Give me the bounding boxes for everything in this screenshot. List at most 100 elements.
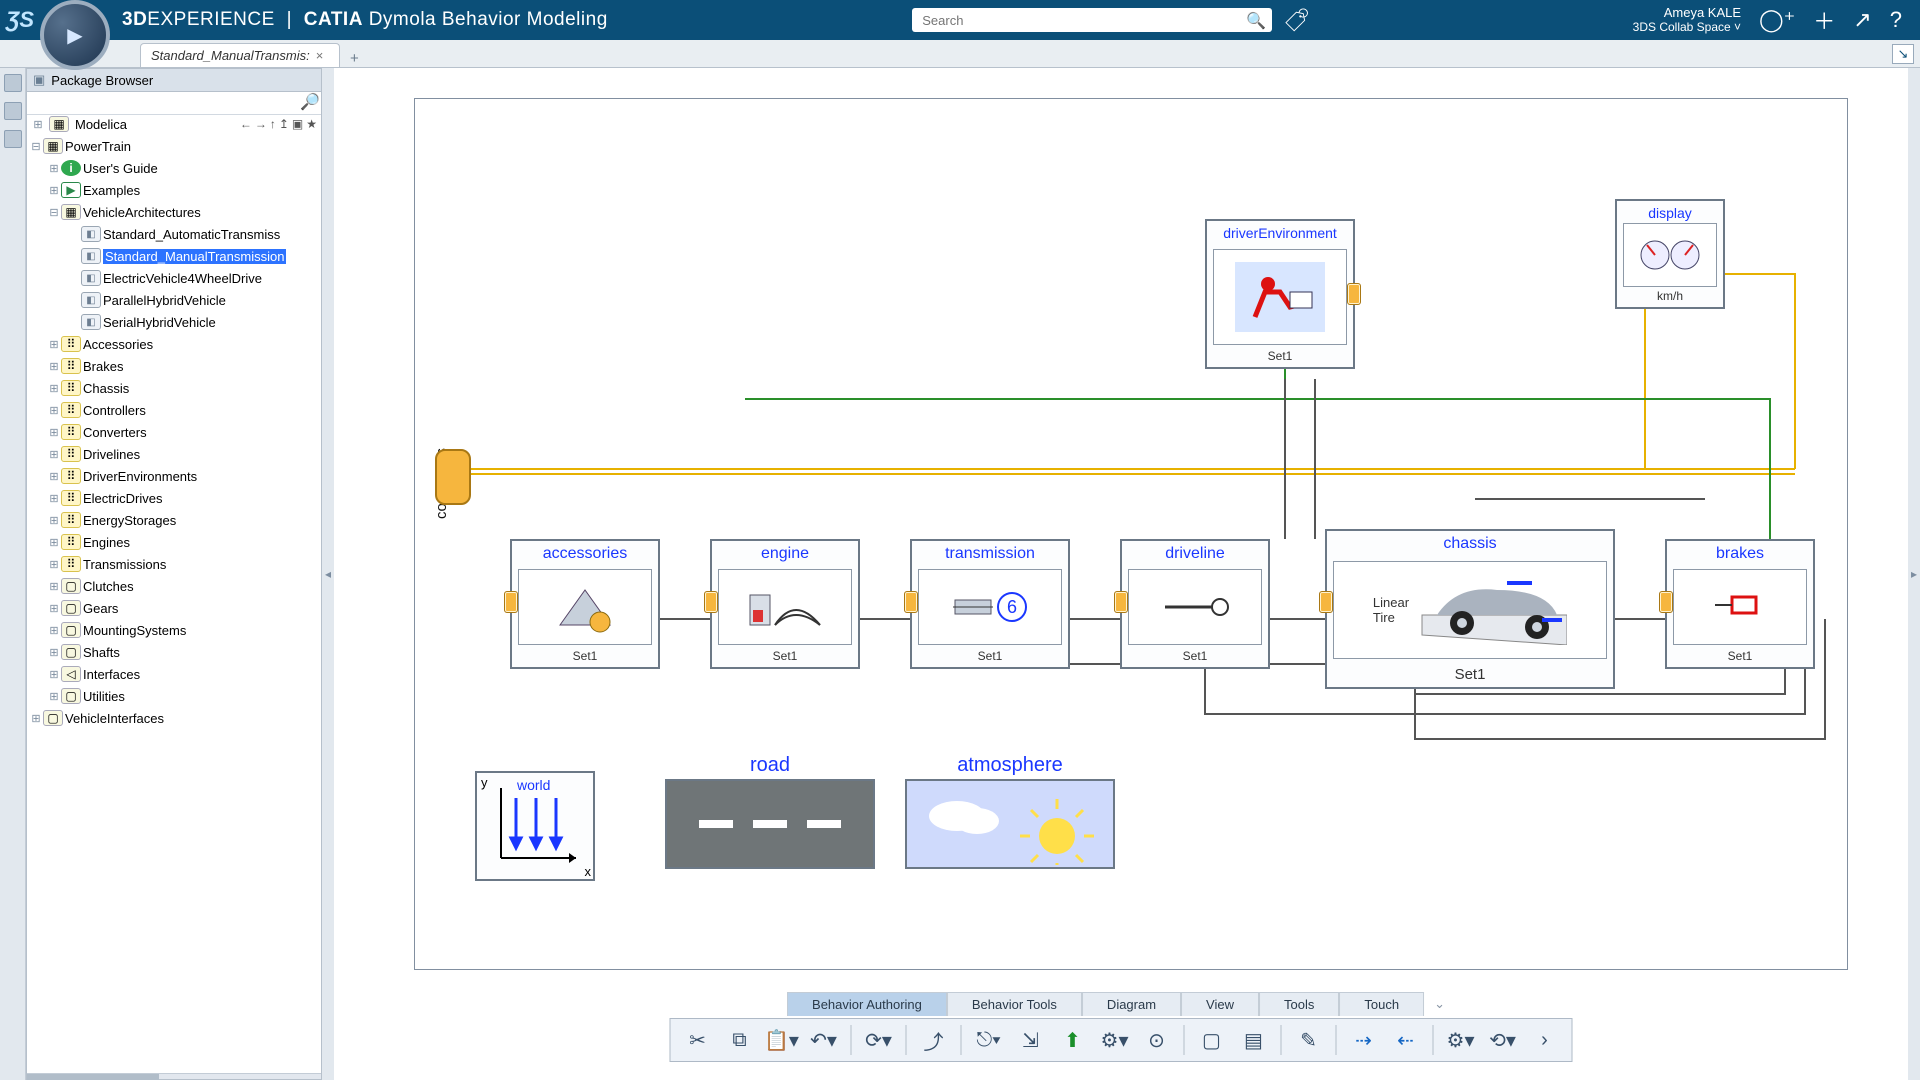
block-engine[interactable]: engine Set1 [710,539,860,669]
sim-setup-button[interactable]: ⚙▾ [1096,1023,1134,1057]
node-mounting-systems[interactable]: MountingSystems [83,623,186,638]
paste-button[interactable]: 📋▾ [763,1023,801,1057]
node-electric-drives[interactable]: ElectricDrives [83,491,162,506]
node-parallel-hybrid[interactable]: ParallelHybridVehicle [103,293,226,308]
package-search-icon[interactable]: 🔎 [299,92,321,114]
node-gears[interactable]: Gears [83,601,118,616]
tree-nav-arrows[interactable]: ← → ↑ ↥ ▣ ★ [240,117,317,131]
node-users-guide[interactable]: User's Guide [83,161,158,176]
tab-view[interactable]: View [1181,992,1259,1016]
global-search[interactable]: 🔍 [912,8,1272,32]
block-driver-environment[interactable]: driverEnvironment Set1 [1205,219,1355,369]
tab-overflow-icon[interactable]: ⌄ [1424,992,1455,1016]
right-splitter[interactable]: ▸ [1908,68,1920,1080]
left-splitter[interactable]: ◂ [322,68,334,1080]
block-road[interactable]: road [665,754,875,869]
tab-tools[interactable]: Tools [1259,992,1339,1016]
node-driver-envs[interactable]: DriverEnvironments [83,469,197,484]
nav-ext2-icon[interactable]: ▣ [292,117,303,131]
refresh2-button[interactable]: ⟲▾ [1484,1023,1522,1057]
node-controllers[interactable]: Controllers [83,403,146,418]
package-browser-title[interactable]: Package Browser [27,69,321,92]
node-powertrain[interactable]: PowerTrain [65,139,131,154]
collab-space[interactable]: 3DS Collab Space ˅ [1633,20,1741,35]
node-ev-4wd[interactable]: ElectricVehicle4WheelDrive [103,271,262,286]
tree-root-modelica[interactable]: Modelica [75,117,127,132]
flow-a-button[interactable]: ⇢ [1345,1023,1383,1057]
translate-button[interactable]: ⇲ [1012,1023,1050,1057]
node-drivelines[interactable]: Drivelines [83,447,140,462]
block-accessories[interactable]: accessories Set1 [510,539,660,669]
expand-icon[interactable]: ⊞ [31,118,45,131]
port-icon[interactable] [1347,283,1361,305]
pane-1-button[interactable]: ▢ [1193,1023,1231,1057]
node-brakes[interactable]: Brakes [83,359,123,374]
rail-btn-3[interactable] [4,130,22,148]
node-shafts[interactable]: Shafts [83,645,120,660]
node-energy-storages[interactable]: EnergyStorages [83,513,176,528]
collapse-panels-button[interactable]: ↘ [1892,44,1914,64]
rail-btn-2[interactable] [4,102,22,120]
search-input[interactable] [912,8,1272,32]
node-serial-hybrid[interactable]: SerialHybridVehicle [103,315,216,330]
sketch-button[interactable]: ✎ [1290,1023,1328,1057]
diagram-canvas-area[interactable]: controlBus driverEnvironment Set1 [334,68,1908,1080]
diagram-canvas[interactable]: controlBus driverEnvironment Set1 [414,98,1848,970]
check-button[interactable]: ⎋▾ [970,1023,1008,1057]
tab-standard-manual[interactable]: Standard_ManualTransmis: × [140,43,340,67]
block-transmission[interactable]: transmission 6 Set1 [910,539,1070,669]
block-world[interactable]: y x world [475,769,595,881]
profile-icon[interactable]: ◯⁺ [1759,7,1795,33]
block-display[interactable]: display km/h [1615,199,1725,309]
control-bus-connector[interactable] [435,449,471,505]
nav-back-icon[interactable]: ← [240,117,252,131]
undo-button[interactable]: ↶▾ [805,1023,843,1057]
tab-behavior-authoring[interactable]: Behavior Authoring [787,992,947,1016]
add-tab-button[interactable]: + [344,50,364,67]
tab-touch[interactable]: Touch [1339,992,1424,1016]
export-button[interactable]: ⤴ [915,1023,953,1057]
cut-button[interactable]: ✂ [679,1023,717,1057]
node-accessories[interactable]: Accessories [83,337,153,352]
tag-icon[interactable]: 🏷 [1283,6,1309,34]
flow-b-button[interactable]: ⇠ [1387,1023,1425,1057]
add-icon[interactable]: ＋ [1813,4,1835,36]
rail-btn-1[interactable] [4,74,22,92]
node-converters[interactable]: Converters [83,425,147,440]
search-icon[interactable]: 🔍 [1246,11,1266,31]
node-manual-trans[interactable]: Standard_ManualTransmission [103,249,286,264]
copy-button[interactable]: ⧉ [721,1023,759,1057]
node-auto-trans[interactable]: Standard_AutomaticTransmiss [103,227,280,242]
update-button[interactable]: ⟳▾ [860,1023,898,1057]
block-brakes[interactable]: brakes Set1 [1665,539,1815,669]
share-icon[interactable]: ↗ [1853,7,1871,33]
package-tree[interactable]: ⊟▦PowerTrain ⊞iUser's Guide ⊞▶Examples ⊟… [27,133,321,1073]
block-driveline[interactable]: driveline Set1 [1120,539,1270,669]
cfg-button[interactable]: ⚙▾ [1442,1023,1480,1057]
simulate-button[interactable]: ⬆ [1054,1023,1092,1057]
node-clutches[interactable]: Clutches [83,579,134,594]
node-interfaces[interactable]: Interfaces [83,667,140,682]
close-tab-icon[interactable]: × [316,48,324,63]
help-icon[interactable]: ? [1890,7,1902,33]
user-info[interactable]: Ameya KALE 3DS Collab Space ˅ [1633,5,1741,35]
node-utilities[interactable]: Utilities [83,689,125,704]
node-engines[interactable]: Engines [83,535,130,550]
compass-icon[interactable] [40,0,110,70]
nav-star-icon[interactable]: ★ [306,117,317,131]
play-button[interactable]: ⊙ [1138,1023,1176,1057]
nav-fwd-icon[interactable]: → [255,117,267,131]
pane-2-button[interactable]: ▤ [1235,1023,1273,1057]
node-chassis[interactable]: Chassis [83,381,129,396]
next-button[interactable]: › [1526,1023,1564,1057]
block-atmosphere[interactable]: atmosphere [905,754,1115,869]
tab-diagram[interactable]: Diagram [1082,992,1181,1016]
tree-h-scrollbar[interactable] [27,1073,321,1079]
nav-ext1-icon[interactable]: ↥ [279,117,289,131]
package-filter-input[interactable] [27,92,299,114]
node-vehicle-architectures[interactable]: VehicleArchitectures [83,205,201,220]
node-vehicle-interfaces[interactable]: VehicleInterfaces [65,711,164,726]
nav-up-icon[interactable]: ↑ [270,117,276,131]
node-transmissions[interactable]: Transmissions [83,557,166,572]
tab-behavior-tools[interactable]: Behavior Tools [947,992,1082,1016]
